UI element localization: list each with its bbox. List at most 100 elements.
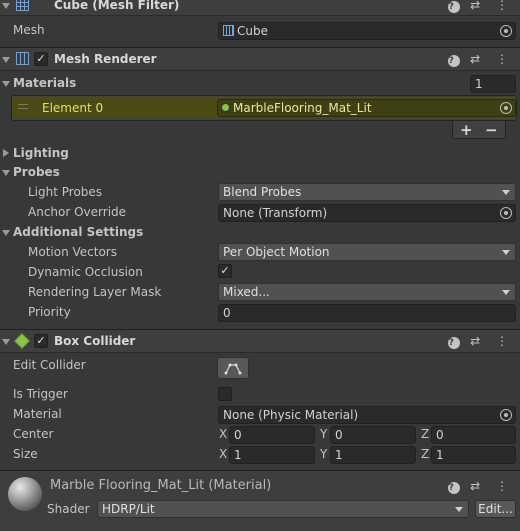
element-0-field[interactable]: MarbleFlooring_Mat_Lit xyxy=(217,99,516,117)
dropdown-arrow-icon xyxy=(502,290,510,295)
object-picker-icon[interactable] xyxy=(500,207,512,219)
object-picker-icon[interactable] xyxy=(500,102,512,114)
collider-material-value: None (Physic Material) xyxy=(223,408,359,422)
dynamic-occlusion-checkbox[interactable]: ✓ xyxy=(218,264,232,278)
lighting-foldout-icon[interactable] xyxy=(3,149,9,157)
context-menu-icon[interactable]: ⋮ xyxy=(496,52,514,66)
materials-count-field[interactable]: 1 xyxy=(470,75,516,93)
size-y-field[interactable]: 1 xyxy=(330,446,416,464)
mesh-filter-header[interactable]: Cube (Mesh Filter) ? ⇄ ⋮ xyxy=(0,0,520,16)
center-x-field[interactable]: 0 xyxy=(229,426,315,444)
add-element-button[interactable]: + xyxy=(460,121,473,139)
probes-label[interactable]: Probes xyxy=(13,165,60,179)
additional-settings-label[interactable]: Additional Settings xyxy=(13,225,143,239)
collider-material-label: Material xyxy=(13,407,62,421)
remove-element-button[interactable]: − xyxy=(485,121,498,139)
lighting-label[interactable]: Lighting xyxy=(13,146,69,160)
shader-value: HDRP/Lit xyxy=(102,502,155,516)
size-x-label: X xyxy=(219,447,228,461)
mesh-filter-title: Cube (Mesh Filter) xyxy=(54,0,180,12)
box-collider-header[interactable]: ✓ Box Collider ? ⇄ ⋮ xyxy=(0,329,520,353)
help-icon[interactable]: ? xyxy=(448,337,461,349)
help-icon[interactable]: ? xyxy=(448,1,461,13)
presets-icon[interactable]: ⇄ xyxy=(470,334,486,348)
is-trigger-label: Is Trigger xyxy=(13,387,68,401)
dropdown-arrow-icon xyxy=(502,190,510,195)
object-picker-icon[interactable] xyxy=(500,409,512,421)
light-probes-dropdown[interactable]: Blend Probes xyxy=(218,183,516,201)
material-header-icons: ? ⇄ ⋮ xyxy=(448,479,514,494)
box-collider-title: Box Collider xyxy=(54,334,136,348)
motion-vectors-label: Motion Vectors xyxy=(28,245,117,259)
mesh-value: Cube xyxy=(237,24,268,38)
collapse-arrow-icon[interactable] xyxy=(2,339,10,345)
help-icon[interactable]: ? xyxy=(448,482,461,494)
context-menu-icon[interactable]: ⋮ xyxy=(496,334,514,348)
center-z-label: Z xyxy=(421,427,430,441)
shader-dropdown[interactable]: HDRP/Lit xyxy=(97,500,469,518)
priority-label: Priority xyxy=(28,305,71,319)
context-menu-icon[interactable]: ⋮ xyxy=(496,479,514,493)
presets-icon[interactable]: ⇄ xyxy=(470,0,486,12)
component-header-icons: ? ⇄ ⋮ xyxy=(448,334,514,349)
collapse-arrow-icon[interactable] xyxy=(2,57,10,63)
mesh-renderer-title: Mesh Renderer xyxy=(54,52,157,66)
mesh-label: Mesh xyxy=(13,23,45,37)
center-y-label: Y xyxy=(320,427,328,441)
element-0-label: Element 0 xyxy=(42,101,104,115)
mesh-renderer-icon xyxy=(16,52,29,65)
materials-foldout-icon[interactable] xyxy=(2,81,10,87)
edit-collider-label: Edit Collider xyxy=(13,358,86,372)
size-x-field[interactable]: 1 xyxy=(229,446,315,464)
element-0-value: MarbleFlooring_Mat_Lit xyxy=(233,101,372,115)
size-y-label: Y xyxy=(320,447,328,461)
probes-foldout-icon[interactable] xyxy=(2,170,10,176)
mesh-renderer-enabled-checkbox[interactable]: ✓ xyxy=(34,52,48,66)
collider-material-field[interactable]: None (Physic Material) xyxy=(218,406,516,424)
center-label: Center xyxy=(13,427,54,441)
size-z-label: Z xyxy=(421,447,430,461)
size-z-field[interactable]: 1 xyxy=(431,446,516,464)
context-menu-icon[interactable]: ⋮ xyxy=(496,0,514,12)
edit-collider-icon xyxy=(224,363,242,375)
material-preview-sphere xyxy=(8,477,42,511)
mesh-field[interactable]: Cube xyxy=(218,22,516,40)
mesh-renderer-header[interactable]: ✓ Mesh Renderer ? ⇄ ⋮ xyxy=(0,47,520,71)
center-x-label: X xyxy=(219,427,228,441)
collapse-arrow-icon[interactable] xyxy=(2,3,10,9)
motion-vectors-dropdown[interactable]: Per Object Motion xyxy=(218,243,516,261)
additional-settings-foldout-icon[interactable] xyxy=(2,230,10,236)
is-trigger-checkbox[interactable] xyxy=(218,387,232,401)
anchor-override-value: None (Transform) xyxy=(223,206,328,220)
help-icon[interactable]: ? xyxy=(448,55,461,67)
anchor-override-field[interactable]: None (Transform) xyxy=(218,204,516,222)
shader-edit-button[interactable]: Edit... xyxy=(475,500,516,518)
rendering-layer-mask-value: Mixed... xyxy=(223,285,270,299)
dropdown-arrow-icon xyxy=(502,250,510,255)
presets-icon[interactable]: ⇄ xyxy=(470,479,486,493)
rendering-layer-mask-label: Rendering Layer Mask xyxy=(28,285,162,299)
component-header-icons: ? ⇄ ⋮ xyxy=(448,52,514,67)
mesh-icon xyxy=(223,25,234,36)
mesh-filter-icon xyxy=(16,0,29,11)
drag-handle-icon[interactable] xyxy=(18,104,28,109)
center-z-field[interactable]: 0 xyxy=(431,426,516,444)
motion-vectors-value: Per Object Motion xyxy=(223,245,330,259)
materials-label[interactable]: Materials xyxy=(13,76,76,90)
presets-icon[interactable]: ⇄ xyxy=(470,52,486,66)
priority-field[interactable]: 0 xyxy=(218,304,516,322)
material-icon xyxy=(221,103,230,112)
dropdown-arrow-icon xyxy=(455,507,463,512)
rendering-layer-mask-dropdown[interactable]: Mixed... xyxy=(218,283,516,301)
component-header-icons: ? ⇄ ⋮ xyxy=(448,0,514,13)
size-label: Size xyxy=(13,447,38,461)
light-probes-value: Blend Probes xyxy=(223,185,302,199)
box-collider-icon xyxy=(14,333,30,349)
shader-label: Shader xyxy=(47,502,90,516)
edit-collider-button[interactable] xyxy=(217,357,249,379)
anchor-override-label: Anchor Override xyxy=(28,205,127,219)
box-collider-enabled-checkbox[interactable]: ✓ xyxy=(34,334,48,348)
light-probes-label: Light Probes xyxy=(28,185,103,199)
object-picker-icon[interactable] xyxy=(500,25,512,37)
center-y-field[interactable]: 0 xyxy=(330,426,416,444)
